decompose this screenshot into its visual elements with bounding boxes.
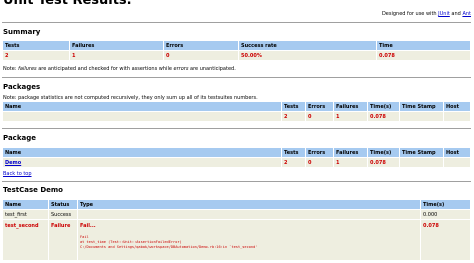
- testcase-first-name: test_first: [3, 210, 48, 219]
- summary-success-rate: 50.00%: [239, 51, 376, 60]
- packages-table: Name Tests Errors Failures Time(s) Time …: [2, 101, 471, 122]
- package-row: Demo 2 0 1 0.078: [3, 158, 470, 167]
- package-demo-link[interactable]: Demo: [5, 160, 21, 166]
- back-to-top-link[interactable]: Back to top: [3, 171, 32, 177]
- summary-note-prefix: Note:: [3, 66, 19, 72]
- summary-errors: 0: [164, 51, 238, 60]
- package-col-errors: Errors: [306, 148, 333, 157]
- testcase-col-name: Name: [3, 200, 48, 209]
- testcase-first-type: [78, 210, 420, 219]
- summary-tests: 2: [3, 51, 69, 60]
- package-errors: 0: [306, 158, 333, 167]
- packages-time: 0.078: [368, 112, 399, 121]
- testcase-col-type: Type: [78, 200, 420, 209]
- summary-col-tests: Tests: [3, 41, 69, 50]
- summary-time: 0.078: [377, 51, 470, 60]
- testcase-second-time: 0.078: [421, 220, 470, 260]
- testcase-heading: TestCase Demo: [3, 186, 63, 194]
- summary-col-time: Time: [377, 41, 470, 50]
- summary-divider: [2, 77, 471, 78]
- packages-col-timestamp: Time Stamp: [400, 102, 443, 111]
- package-col-tests: Tests: [282, 148, 305, 157]
- package-col-host: Host: [444, 148, 470, 157]
- package-heading: Package: [3, 134, 36, 142]
- designed-for-text: Designed for use with JUnit and Ant: [382, 11, 471, 17]
- packages-failures: 1: [334, 112, 367, 121]
- packages-col-failures: Failures: [334, 102, 367, 111]
- testcase-table: Name Status Type Time(s) test_first Succ…: [2, 199, 471, 261]
- packages-header-row: Name Tests Errors Failures Time(s) Time …: [3, 102, 470, 111]
- summary-col-failures: Failures: [70, 41, 163, 50]
- package-col-name: Name: [3, 148, 281, 157]
- packages-name: [3, 112, 281, 121]
- stack-trace: Fail at test_time (Test::Unit::Assertion…: [80, 229, 418, 250]
- summary-heading: Summary: [3, 28, 41, 36]
- summary-note: Note: failures are anticipated and check…: [3, 66, 236, 72]
- package-failures: 1: [334, 158, 367, 167]
- package-timestamp: [400, 158, 443, 167]
- junit-link[interactable]: JUnit: [438, 11, 450, 17]
- and-text: and: [451, 11, 461, 17]
- packages-col-errors: Errors: [306, 102, 333, 111]
- summary-table: Tests Failures Errors Success rate Time …: [2, 40, 471, 61]
- packages-host: [444, 112, 470, 121]
- package-name-cell: Demo: [3, 158, 281, 167]
- package-time: 0.078: [368, 158, 399, 167]
- testcase-col-time: Time(s): [421, 200, 470, 209]
- packages-errors: 0: [306, 112, 333, 121]
- summary-note-errors: errors: [173, 66, 189, 72]
- stack-trace-line: C:/Documents and Settings/qabak/workspac…: [80, 245, 258, 249]
- package-col-timestamp: Time Stamp: [400, 148, 443, 157]
- package-header-row: Name Tests Errors Failures Time(s) Time …: [3, 148, 470, 157]
- packages-col-host: Host: [444, 102, 470, 111]
- packages-row: 2 0 1 0.078: [3, 112, 470, 121]
- summary-note-middle: are anticipated and checked for with ass…: [36, 66, 174, 72]
- summary-note-failures: failures: [18, 66, 37, 72]
- summary-failures: 1: [70, 51, 163, 60]
- package-host: [444, 158, 470, 167]
- packages-col-time: Time(s): [368, 102, 399, 111]
- package-tests: 2: [282, 158, 305, 167]
- summary-col-errors: Errors: [164, 41, 238, 50]
- testcase-first-time: 0.000: [421, 210, 470, 219]
- summary-note-suffix: are unanticipated.: [188, 66, 236, 72]
- testcase-row-first: test_first Success 0.000: [3, 210, 470, 219]
- packages-divider: [2, 128, 471, 129]
- package-table: Name Tests Errors Failures Time(s) Time …: [2, 147, 471, 168]
- packages-heading: Packages: [3, 83, 41, 91]
- package-divider: [2, 181, 471, 182]
- ant-link[interactable]: Ant: [462, 11, 471, 17]
- summary-header-row: Tests Failures Errors Success rate Time: [3, 41, 470, 50]
- package-col-time: Time(s): [368, 148, 399, 157]
- testcase-col-status: Status: [49, 200, 77, 209]
- testcase-second-type-cell: Fail... Fail at test_time (Test::Unit::A…: [78, 220, 420, 260]
- package-col-failures: Failures: [334, 148, 367, 157]
- summary-col-success-rate: Success rate: [239, 41, 376, 50]
- packages-col-tests: Tests: [282, 102, 305, 111]
- summary-row: 2 1 0 50.00% 0.078: [3, 51, 470, 60]
- testcase-first-status: Success: [49, 210, 77, 219]
- testcase-row-second: test_second Failure Fail... Fail at test…: [3, 220, 470, 260]
- title-divider: [2, 22, 471, 23]
- page-title: Unit Test Results.: [3, 0, 132, 8]
- packages-timestamp: [400, 112, 443, 121]
- packages-tests: 2: [282, 112, 305, 121]
- packages-col-name: Name: [3, 102, 281, 111]
- testcase-second-status: Failure: [49, 220, 77, 260]
- designed-for-label: Designed for use with: [381, 11, 437, 17]
- testcase-second-name: test_second: [3, 220, 48, 260]
- testcase-header-row: Name Status Type Time(s): [3, 200, 470, 209]
